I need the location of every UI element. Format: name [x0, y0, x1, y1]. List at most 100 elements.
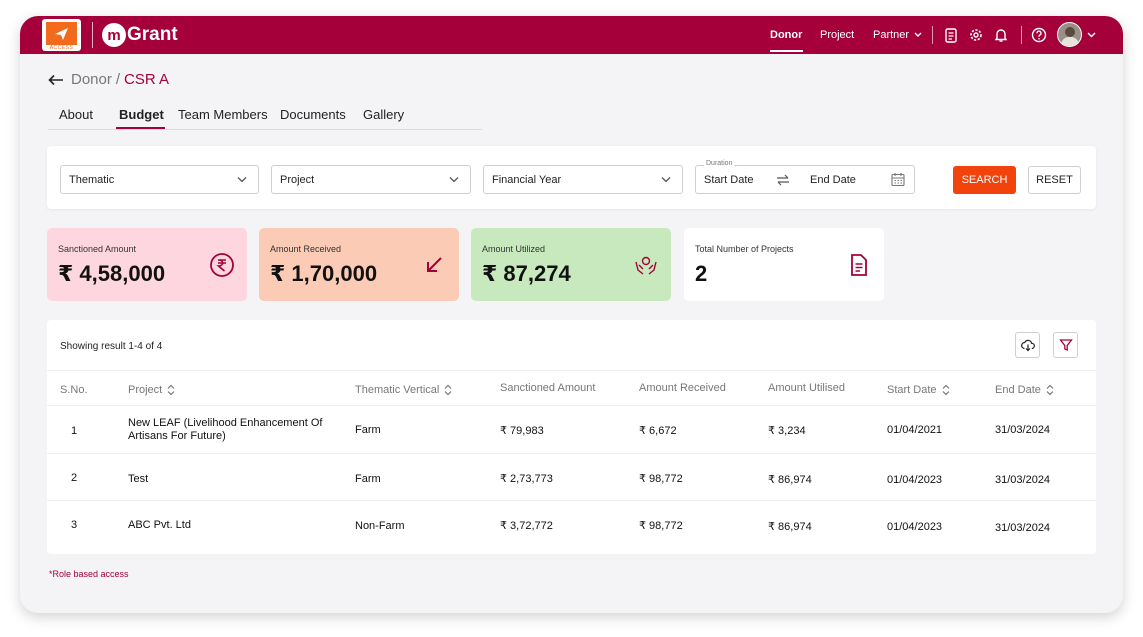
stat-card-total-projects: Total Number of Projects 2: [684, 228, 884, 301]
stat-value: ₹ 1,70,000: [270, 261, 378, 286]
col-sno: S.No.: [60, 384, 88, 396]
stat-label: Sanctioned Amount: [58, 244, 137, 254]
cell-project[interactable]: New LEAF (Livelihood Enhancement Of Arti…: [128, 417, 328, 443]
cell-utilised: ₹ 86,974: [768, 474, 812, 486]
stat-label: Amount Utilized: [482, 244, 546, 254]
nav-divider: [932, 26, 933, 44]
bell-icon[interactable]: [992, 26, 1010, 44]
project-select[interactable]: Project: [271, 165, 471, 194]
breadcrumb-separator: /: [115, 71, 121, 88]
col-project[interactable]: Project: [128, 384, 175, 396]
tab-team-members[interactable]: Team Members: [178, 107, 268, 122]
col-end-date[interactable]: End Date: [995, 384, 1054, 396]
cell-sno: 2: [71, 472, 78, 484]
chevron-down-icon: [237, 177, 247, 183]
cell-thematic: Non-Farm: [355, 520, 405, 532]
filter-panel: Thematic Project Financial Year Duration…: [47, 146, 1096, 209]
avatar-head: [1065, 27, 1075, 37]
chevron-down-icon: [449, 177, 459, 183]
table-header: S.No. Project Thematic Vertical Sanction…: [47, 370, 1096, 406]
document-icon: [851, 254, 867, 276]
col-start-date[interactable]: Start Date: [887, 384, 950, 396]
nav-partner-label: Partner: [873, 29, 910, 41]
access-logo[interactable]: ACCESS: [42, 19, 81, 51]
brand-name: Grant: [127, 24, 178, 45]
help-icon[interactable]: [1030, 26, 1048, 44]
app-window: ACCESS m Grant Donor Project Partner Don…: [20, 16, 1123, 613]
stat-card-utilized: Amount Utilized ₹ 87,274: [471, 228, 671, 301]
logo-caption: ACCESS: [49, 45, 74, 51]
stat-label: Amount Received: [270, 244, 342, 254]
tab-active-indicator: [116, 127, 165, 129]
cell-received: ₹ 6,672: [639, 425, 677, 437]
thematic-select-label: Thematic: [69, 174, 115, 186]
result-count: Showing result 1-4 of 4: [60, 341, 163, 352]
cell-sno: 1: [71, 425, 78, 437]
sort-icon: [444, 384, 452, 396]
rupee-icon: [210, 253, 234, 277]
filter-button[interactable]: [1053, 332, 1078, 358]
cell-start-date: 01/04/2023: [887, 521, 943, 533]
tab-bar: About Budget Team Members Documents Gall…: [48, 106, 482, 130]
duration-label: Duration: [704, 160, 735, 167]
gear-icon[interactable]: [967, 26, 985, 44]
cell-sno: 3: [71, 519, 78, 531]
tab-about[interactable]: About: [59, 107, 93, 122]
cell-thematic: Farm: [355, 473, 381, 485]
chevron-down-icon[interactable]: [1087, 32, 1096, 38]
cell-start-date: 01/04/2023: [887, 474, 943, 486]
swap-arrows-icon: [777, 174, 789, 186]
cell-thematic: Farm: [355, 424, 381, 436]
cloud-download-icon: [1021, 339, 1035, 352]
col-label: S.No.: [60, 384, 88, 396]
budget-table-card: Showing result 1-4 of 4 S.No. Project Th…: [47, 320, 1096, 554]
sort-icon: [942, 384, 949, 396]
nav-active-indicator: [770, 50, 803, 52]
tab-documents[interactable]: Documents: [280, 107, 346, 122]
start-date-field[interactable]: Start Date: [704, 174, 754, 186]
download-button[interactable]: [1015, 332, 1040, 358]
logo-divider: [92, 22, 93, 48]
user-avatar[interactable]: [1057, 22, 1082, 47]
reset-button[interactable]: RESET: [1028, 166, 1081, 194]
sort-icon: [167, 384, 175, 396]
nav-donor[interactable]: Donor: [770, 29, 802, 41]
hands-coins-icon: [635, 256, 657, 275]
clipboard-icon[interactable]: [942, 26, 960, 44]
col-thematic[interactable]: Thematic Vertical: [355, 384, 452, 396]
cell-end-date: 31/03/2024: [995, 474, 1051, 486]
arrow-down-left-icon: [427, 257, 442, 272]
breadcrumb-current: CSR A: [124, 71, 170, 88]
col-sanctioned: Sanctioned Amount: [500, 382, 595, 394]
breadcrumb-parent[interactable]: Donor: [71, 71, 112, 88]
nav-project[interactable]: Project: [820, 29, 854, 41]
stat-label: Total Number of Projects: [695, 244, 794, 254]
financial-year-select-label: Financial Year: [492, 174, 562, 186]
chevron-down-icon: [661, 177, 671, 183]
project-select-label: Project: [280, 174, 315, 186]
table-row[interactable]: 2 Test Farm ₹ 2,73,773 ₹ 98,772 ₹ 86,974…: [47, 454, 1096, 501]
col-utilised: Amount Utilised: [768, 382, 845, 394]
financial-year-select[interactable]: Financial Year: [483, 165, 683, 194]
logo-mark: [46, 22, 77, 45]
nav-partner[interactable]: Partner: [873, 29, 922, 41]
col-received: Amount Received: [639, 382, 726, 394]
cell-end-date: 31/03/2024: [995, 424, 1051, 436]
table-row[interactable]: 1 New LEAF (Livelihood Enhancement Of Ar…: [47, 406, 1096, 454]
thematic-select[interactable]: Thematic: [60, 165, 259, 194]
sort-icon: [1046, 384, 1054, 396]
end-date-field[interactable]: End Date: [810, 174, 856, 186]
tab-budget[interactable]: Budget: [119, 107, 164, 122]
cell-project[interactable]: Test: [128, 473, 148, 485]
cell-project[interactable]: ABC Pvt. Ltd: [128, 519, 191, 531]
tab-gallery[interactable]: Gallery: [363, 107, 404, 122]
back-arrow-icon[interactable]: [48, 74, 64, 86]
calendar-icon[interactable]: [891, 172, 905, 187]
search-button[interactable]: SEARCH: [953, 166, 1016, 194]
table-row[interactable]: 3 ABC Pvt. Ltd Non-Farm ₹ 3,72,772 ₹ 98,…: [47, 501, 1096, 554]
brand-logo[interactable]: m Grant: [102, 22, 178, 48]
breadcrumb: Donor / CSR A: [48, 71, 169, 88]
chevron-down-icon: [914, 32, 922, 37]
duration-range-picker[interactable]: Duration Start Date End Date: [695, 160, 915, 194]
stat-card-received: Amount Received ₹ 1,70,000: [259, 228, 459, 301]
